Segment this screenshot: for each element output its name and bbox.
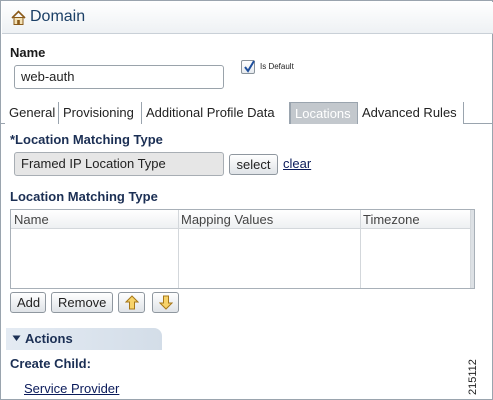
name-label: Name: [10, 45, 46, 60]
tab-provisioning[interactable]: Provisioning: [59, 102, 142, 124]
tab-advanced-rules[interactable]: Advanced Rules: [358, 102, 464, 124]
clear-link[interactable]: clear: [283, 156, 311, 171]
remove-button[interactable]: Remove: [51, 292, 113, 313]
move-up-button[interactable]: [118, 292, 145, 313]
is-default-checkbox[interactable]: [241, 60, 255, 74]
add-button[interactable]: Add: [10, 292, 46, 313]
figure-number: 215112: [467, 359, 479, 395]
is-default-label: Is Default: [260, 62, 294, 71]
column-divider: [360, 210, 361, 288]
tab-locations[interactable]: Locations: [290, 102, 358, 124]
column-header-name[interactable]: Name: [14, 212, 49, 227]
select-button[interactable]: select: [229, 154, 278, 175]
location-matching-type-label: *Location Matching Type: [10, 132, 163, 147]
column-header-timezone[interactable]: Timezone: [363, 212, 420, 227]
title-bar: Domain: [2, 2, 493, 34]
column-divider: [178, 210, 179, 288]
home-icon: [10, 9, 27, 26]
table-scrollbar[interactable]: [471, 210, 474, 288]
actions-panel-header[interactable]: Actions: [6, 328, 162, 350]
column-header-mapping-values[interactable]: Mapping Values: [181, 212, 273, 227]
create-child-label: Create Child:: [10, 356, 91, 371]
service-provider-link[interactable]: Service Provider: [24, 381, 119, 396]
table-header: Name Mapping Values Timezone: [11, 210, 474, 229]
location-matching-list-label: Location Matching Type: [10, 189, 158, 204]
tab-additional-profile-data[interactable]: Additional Profile Data: [142, 102, 290, 124]
window-frame: Domain Name web-auth Is Default General …: [0, 0, 493, 400]
checkmark-icon: [244, 60, 255, 73]
location-matching-type-field: Framed IP Location Type: [14, 152, 224, 176]
tab-bar: General Provisioning Additional Profile …: [1, 102, 493, 124]
page-title: Domain: [30, 8, 86, 25]
move-down-button[interactable]: [152, 292, 179, 313]
actions-title: Actions: [25, 331, 73, 346]
arrow-down-icon: [159, 295, 173, 310]
name-input[interactable]: web-auth: [14, 65, 224, 89]
tab-general[interactable]: General: [5, 102, 59, 124]
location-matching-table[interactable]: Name Mapping Values Timezone: [10, 209, 475, 289]
arrow-up-icon: [125, 295, 139, 310]
collapse-arrow-icon: [12, 335, 21, 341]
